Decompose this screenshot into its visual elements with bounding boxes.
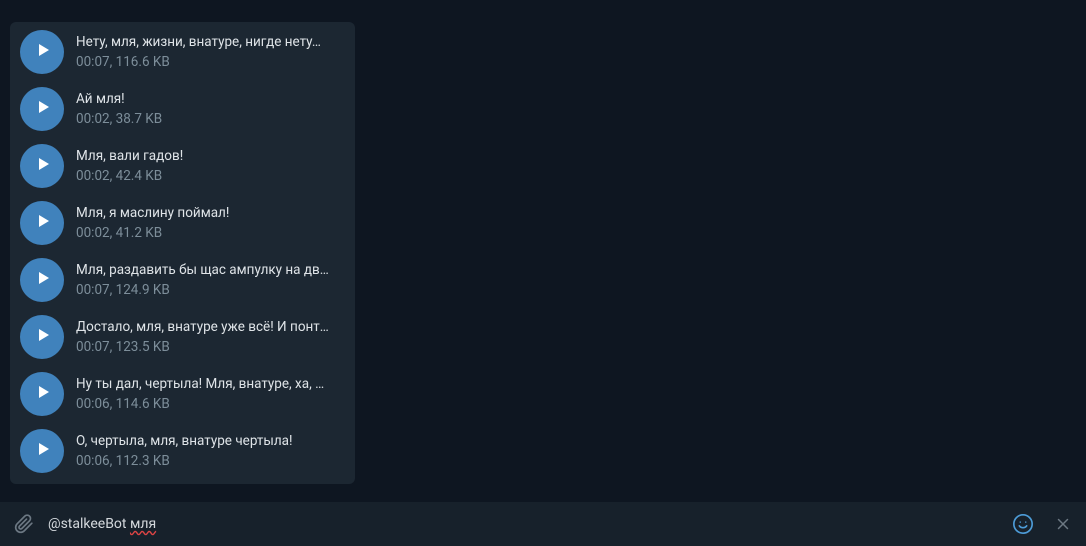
audio-result-item[interactable]: Мля, я маслину поймал! 00:02, 41.2 KB — [10, 196, 355, 253]
play-button[interactable] — [20, 258, 64, 302]
attach-icon[interactable] — [14, 514, 34, 534]
audio-meta: 00:02, 38.7 KB — [76, 111, 345, 127]
audio-title: Ай мля! — [76, 91, 345, 107]
inline-results-panel: Нету, мля, жизни, внатуре, нигде нету… 0… — [10, 22, 355, 484]
play-icon — [33, 327, 52, 347]
audio-meta: 00:06, 114.6 KB — [76, 396, 345, 412]
play-icon — [33, 99, 52, 119]
audio-title: Достало, мля, внатуре уже всё! И понт… — [76, 319, 345, 335]
play-icon — [33, 213, 52, 233]
play-icon — [33, 384, 52, 404]
audio-result-item[interactable]: Ай мля! 00:02, 38.7 KB — [10, 82, 355, 139]
audio-title: Мля, вали гадов! — [76, 148, 345, 164]
audio-info: Мля, вали гадов! 00:02, 42.4 KB — [76, 148, 345, 184]
audio-meta: 00:07, 124.9 KB — [76, 282, 345, 298]
play-icon — [33, 270, 52, 290]
audio-result-item[interactable]: Ну ты дал, чертыла! Мля, внатуре, ха, … … — [10, 367, 355, 424]
audio-title: Мля, я маслину поймал! — [76, 205, 345, 221]
audio-info: Мля, раздавить бы щас ампулку на дв… 00:… — [76, 262, 345, 298]
audio-meta: 00:06, 112.3 KB — [76, 453, 345, 469]
emoji-icon[interactable] — [1012, 513, 1034, 535]
audio-info: Нету, мля, жизни, внатуре, нигде нету… 0… — [76, 34, 345, 70]
play-button[interactable] — [20, 201, 64, 245]
close-icon[interactable] — [1054, 515, 1072, 533]
play-icon — [33, 42, 52, 62]
audio-info: О, чертыла, мля, внатуре чертыла! 00:06,… — [76, 433, 345, 469]
play-button[interactable] — [20, 315, 64, 359]
audio-info: Мля, я маслину поймал! 00:02, 41.2 KB — [76, 205, 345, 241]
audio-title: Ну ты дал, чертыла! Мля, внатуре, ха, … — [76, 376, 345, 392]
message-input[interactable]: @stalkeeBot мля — [48, 516, 156, 532]
audio-meta: 00:02, 42.4 KB — [76, 168, 345, 184]
audio-meta: 00:07, 123.5 KB — [76, 339, 345, 355]
audio-title: О, чертыла, мля, внатуре чертыла! — [76, 433, 345, 449]
play-icon — [33, 441, 52, 461]
play-button[interactable] — [20, 87, 64, 131]
audio-result-item[interactable]: Мля, раздавить бы щас ампулку на дв… 00:… — [10, 253, 355, 310]
play-button[interactable] — [20, 429, 64, 473]
audio-meta: 00:02, 41.2 KB — [76, 225, 345, 241]
audio-title: Нету, мля, жизни, внатуре, нигде нету… — [76, 34, 345, 50]
audio-result-item[interactable]: Нету, мля, жизни, внатуре, нигде нету… 0… — [10, 25, 355, 82]
play-button[interactable] — [20, 30, 64, 74]
play-icon — [33, 156, 52, 176]
audio-result-item[interactable]: О, чертыла, мля, внатуре чертыла! 00:06,… — [10, 424, 355, 481]
audio-info: Ай мля! 00:02, 38.7 KB — [76, 91, 345, 127]
audio-info: Ну ты дал, чертыла! Мля, внатуре, ха, … … — [76, 376, 345, 412]
play-button[interactable] — [20, 372, 64, 416]
audio-result-item[interactable]: Мля, вали гадов! 00:02, 42.4 KB — [10, 139, 355, 196]
audio-meta: 00:07, 116.6 KB — [76, 54, 345, 70]
message-input-bar: @stalkeeBot мля — [0, 502, 1086, 546]
audio-title: Мля, раздавить бы щас ампулку на дв… — [76, 262, 345, 278]
input-query: мля — [130, 516, 156, 532]
input-prefix: @stalkeeBot — [48, 516, 130, 532]
audio-info: Достало, мля, внатуре уже всё! И понт… 0… — [76, 319, 345, 355]
audio-result-item[interactable]: Достало, мля, внатуре уже всё! И понт… 0… — [10, 310, 355, 367]
play-button[interactable] — [20, 144, 64, 188]
